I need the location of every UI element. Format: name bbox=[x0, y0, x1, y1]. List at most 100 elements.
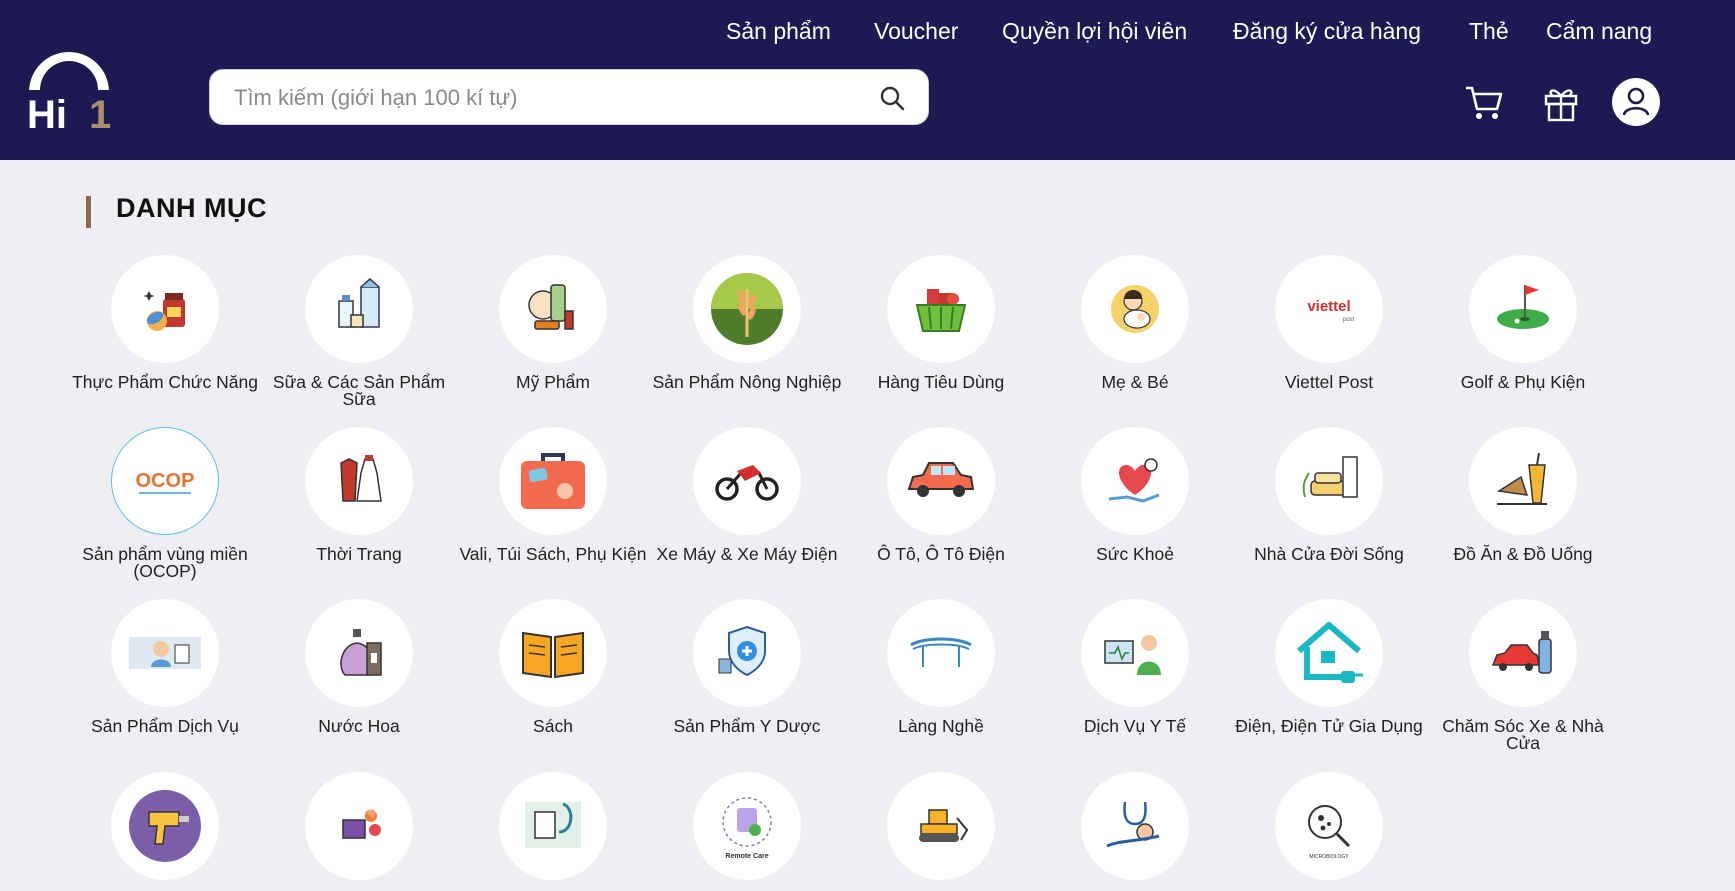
category-medical-services[interactable]: Dịch Vụ Y Tế bbox=[1038, 599, 1232, 735]
flower-gift-icon bbox=[342, 809, 381, 839]
category-motorbikes[interactable]: Xe Máy & Xe Máy Điện bbox=[650, 427, 844, 563]
category-label: Vali, Túi Sách, Phụ Kiện bbox=[459, 544, 647, 564]
basket-icon bbox=[915, 289, 967, 332]
category-label: Ô Tô, Ô Tô Điện bbox=[877, 544, 1005, 564]
svg-text:OCOP: OCOP bbox=[136, 470, 195, 492]
book-icon bbox=[522, 631, 584, 679]
wheat-icon bbox=[711, 273, 783, 345]
category-electronics[interactable]: Điện, Điện Tử Gia Dụng bbox=[1232, 599, 1426, 735]
section-title: DANH MỤC bbox=[116, 193, 267, 223]
logo-number: 1 bbox=[89, 93, 111, 132]
svg-text:post: post bbox=[1343, 317, 1355, 323]
nav-handbook[interactable]: Cẩm nang bbox=[1546, 14, 1652, 48]
category-perfume[interactable]: Nước Hoa bbox=[262, 599, 456, 735]
hi1-logo[interactable]: Hi 1 bbox=[26, 52, 112, 132]
category-luggage[interactable]: Vali, Túi Sách, Phụ Kiện bbox=[456, 427, 650, 563]
supplement-icon bbox=[143, 291, 185, 331]
category-consumer-goods[interactable]: Hàng Tiêu Dùng bbox=[844, 255, 1038, 391]
category-label: Sản Phẩm Dịch Vụ bbox=[91, 716, 239, 736]
food-drink-icon bbox=[1496, 452, 1547, 505]
category-food-drink[interactable]: Đồ Ăn & Đồ Uống bbox=[1426, 427, 1620, 563]
nav-voucher[interactable]: Voucher bbox=[874, 14, 958, 48]
search-input[interactable] bbox=[234, 78, 854, 118]
cosmetics-icon bbox=[528, 284, 574, 330]
category-label: Mẹ & Bé bbox=[1101, 372, 1169, 392]
ocop-logo: OCOP bbox=[136, 470, 195, 494]
category-label: Sản Phẩm Nông Nghiệp bbox=[652, 372, 842, 392]
nav-card[interactable]: Thẻ bbox=[1469, 14, 1509, 48]
viettel-post-logo: viettel post bbox=[1307, 298, 1355, 323]
category-mother-baby[interactable]: Mẹ & Bé bbox=[1038, 255, 1232, 391]
category-label: Thực Phẩm Chức Năng bbox=[72, 372, 258, 392]
category-pharma[interactable]: Sản Phẩm Y Dược bbox=[650, 599, 844, 735]
category-microbiology[interactable]: MICROBIOLOGY bbox=[1232, 772, 1426, 891]
craft-village-icon bbox=[910, 637, 972, 667]
bulldozer-icon bbox=[919, 809, 969, 842]
drill-icon bbox=[129, 790, 201, 862]
category-books[interactable]: Sách bbox=[456, 599, 650, 735]
cleaning-icon bbox=[1491, 631, 1552, 674]
category-golf[interactable]: Golf & Phụ Kiện bbox=[1426, 255, 1620, 391]
gift-icon[interactable] bbox=[1541, 82, 1581, 122]
category-label: Sản Phẩm Y Dược bbox=[673, 716, 821, 736]
category-label: Xe Máy & Xe Máy Điện bbox=[656, 544, 838, 564]
category-supplements[interactable]: Thực Phẩm Chức Năng bbox=[68, 255, 262, 391]
category-health[interactable]: Sức Khoẻ bbox=[1038, 427, 1232, 563]
user-avatar[interactable] bbox=[1612, 78, 1660, 126]
category-agriculture[interactable]: Sản Phẩm Nông Nghiệp bbox=[650, 255, 844, 391]
svg-text:Remote Care: Remote Care bbox=[725, 853, 768, 860]
microbiology-icon: MICROBIOLOGY bbox=[1308, 805, 1351, 860]
golf-icon bbox=[1497, 285, 1549, 329]
category-label: Golf & Phụ Kiện bbox=[1460, 372, 1586, 392]
top-header: Hi 1 Sản phẩm Voucher Quyền lợi hội viên… bbox=[0, 0, 1735, 160]
category-cars[interactable]: Ô Tô, Ô Tô Điện bbox=[844, 427, 1038, 563]
category-label: Đồ Ăn & Đồ Uống bbox=[1453, 544, 1593, 564]
category-car-home-care[interactable]: Chăm Sóc Xe & Nhà Cửa bbox=[1426, 599, 1620, 752]
nav-member-benefits[interactable]: Quyền lợi hội viên bbox=[1002, 14, 1187, 48]
category-label: Sữa & Các Sản Phẩm Sữa bbox=[272, 372, 446, 409]
search-icon[interactable] bbox=[878, 84, 906, 112]
fashion-icon bbox=[340, 455, 382, 502]
category-label: Dịch Vụ Y Tế bbox=[1083, 716, 1187, 736]
motorbike-icon bbox=[715, 465, 779, 501]
category-services[interactable]: Sản Phẩm Dịch Vụ bbox=[68, 599, 262, 735]
car-icon bbox=[907, 462, 975, 497]
category-tools[interactable] bbox=[68, 772, 262, 891]
suitcase-icon bbox=[521, 453, 585, 509]
search-box bbox=[209, 69, 929, 125]
user-icon bbox=[1622, 87, 1650, 116]
category-healthcare[interactable] bbox=[1038, 772, 1232, 891]
category-remote-care[interactable]: Remote Care bbox=[650, 772, 844, 891]
category-milk[interactable]: Sữa & Các Sản Phẩm Sữa bbox=[262, 255, 456, 408]
health-icon bbox=[1108, 458, 1160, 503]
category-label: Hàng Tiêu Dùng bbox=[877, 372, 1005, 392]
category-label: Sách bbox=[533, 716, 573, 736]
mother-baby-icon bbox=[1111, 285, 1159, 333]
stethoscope-icon bbox=[525, 802, 581, 848]
medical-service-icon bbox=[1104, 635, 1161, 675]
category-viettel-post[interactable]: viettel post Viettel Post bbox=[1232, 255, 1426, 391]
category-medical-equipment[interactable] bbox=[456, 772, 650, 891]
category-label: Thời Trang bbox=[316, 544, 402, 564]
category-home-living[interactable]: Nhà Cửa Đời Sống bbox=[1232, 427, 1426, 563]
category-label: Nhà Cửa Đời Sống bbox=[1254, 544, 1404, 564]
logo-text: Hi bbox=[27, 93, 67, 132]
category-craft-village[interactable]: Làng Nghề bbox=[844, 599, 1038, 735]
milk-icon bbox=[338, 277, 380, 328]
category-fashion[interactable]: Thời Trang bbox=[262, 427, 456, 563]
section-accent-bar bbox=[86, 196, 91, 228]
category-cosmetics[interactable]: Mỹ Phẩm bbox=[456, 255, 650, 391]
category-label: Sản phẩm vùng miền (OCOP) bbox=[82, 544, 248, 581]
cart-icon[interactable] bbox=[1464, 82, 1504, 122]
category-label: Sức Khoẻ bbox=[1096, 544, 1174, 564]
nav-store-register[interactable]: Đăng ký cửa hàng bbox=[1233, 14, 1421, 48]
service-icon bbox=[129, 637, 201, 669]
nav-products[interactable]: Sản phẩm bbox=[726, 14, 831, 48]
furniture-icon bbox=[1302, 456, 1358, 498]
category-gifts[interactable] bbox=[262, 772, 456, 891]
remote-care-icon: Remote Care bbox=[722, 797, 772, 860]
category-label: Làng Nghề bbox=[898, 716, 984, 736]
category-construction[interactable] bbox=[844, 772, 1038, 891]
category-label: Điện, Điện Tử Gia Dụng bbox=[1235, 716, 1423, 736]
category-ocop[interactable]: OCOP Sản phẩm vùng miền (OCOP) bbox=[68, 427, 262, 580]
